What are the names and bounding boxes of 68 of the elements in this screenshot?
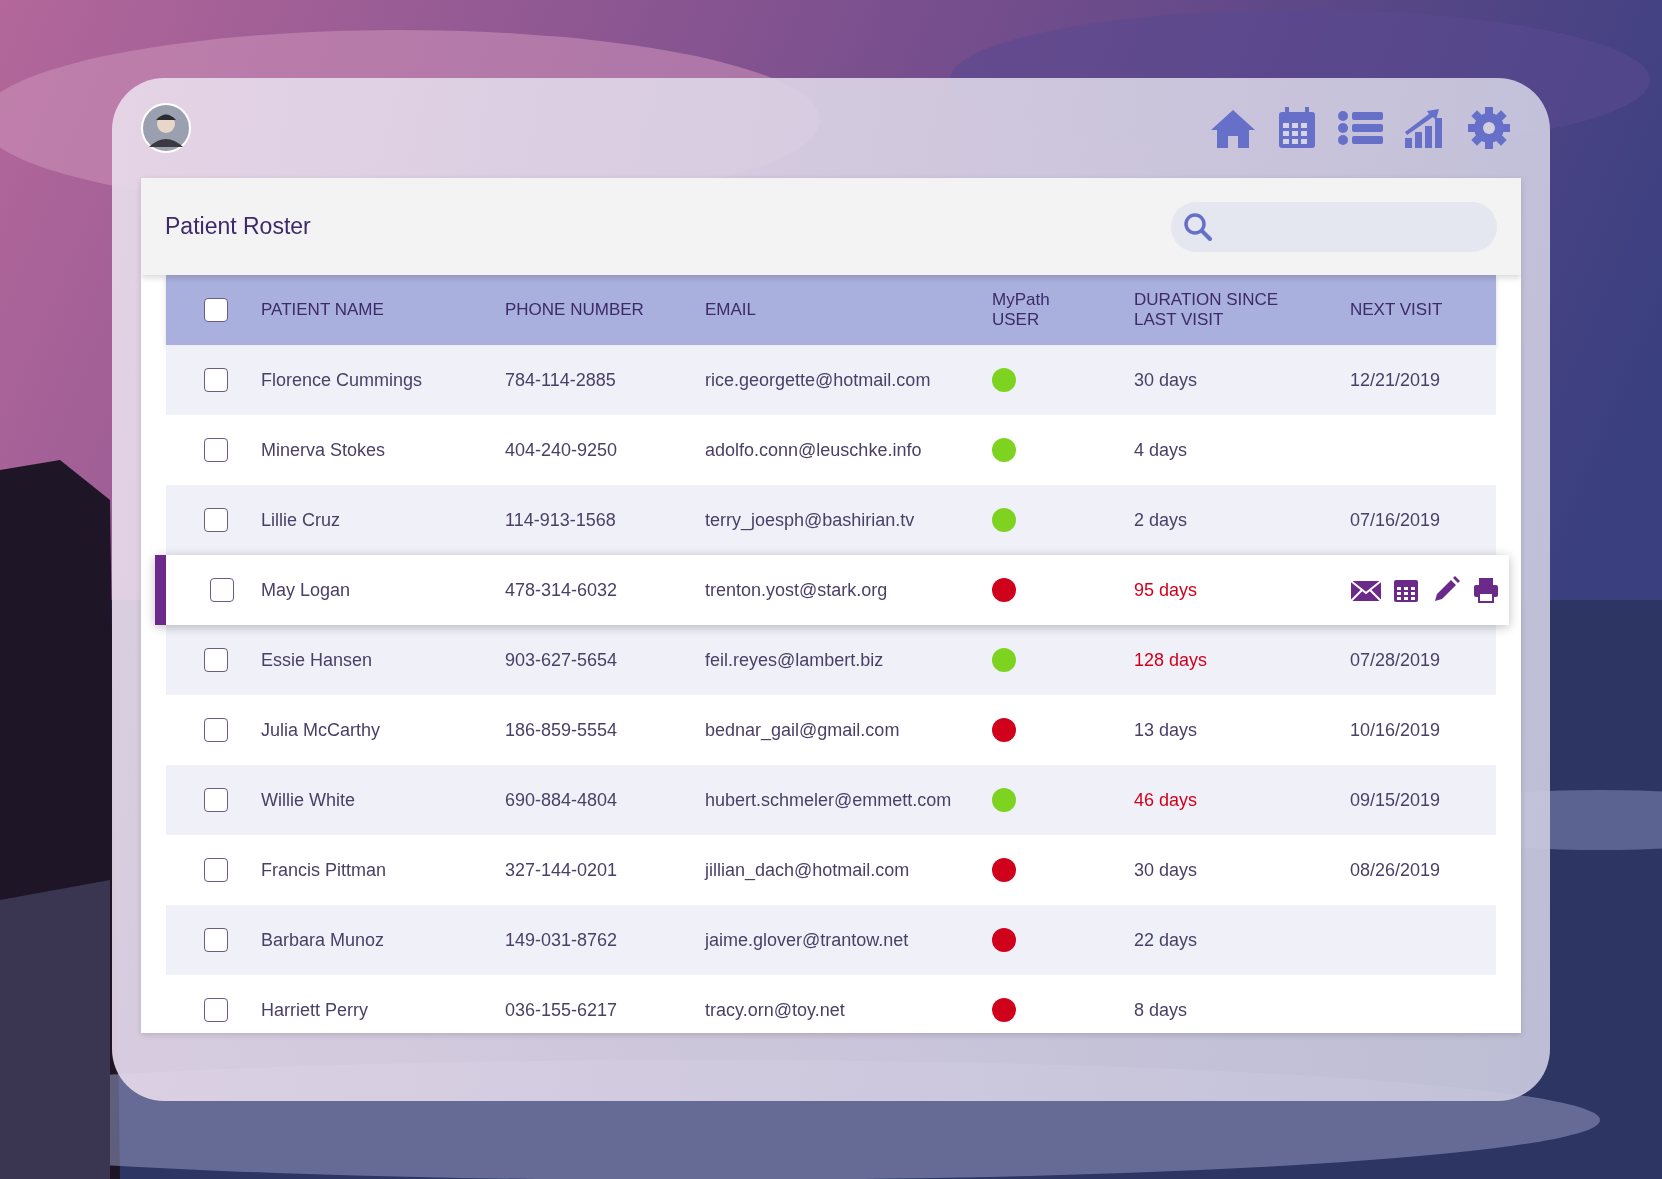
checkbox[interactable] (204, 298, 228, 322)
column-header: PATIENT NAME (261, 299, 385, 321)
search-icon (1183, 211, 1213, 242)
patient-name: Lillie Cruz (261, 508, 342, 532)
phone-number: 327-144-0201 (505, 858, 619, 882)
panel-title: Patient Roster (165, 212, 311, 241)
checkbox[interactable] (204, 438, 228, 462)
checkbox[interactable] (204, 648, 228, 672)
patient-name: Willie White (261, 788, 356, 812)
patient-name: Harriett Perry (261, 998, 369, 1022)
search-field[interactable] (1171, 201, 1497, 252)
next-visit-date: 07/16/2019 (1350, 509, 1441, 530)
patient-name: Essie Hansen (261, 648, 374, 672)
duration: 95 days (1134, 578, 1199, 602)
email: trenton.yost@stark.org (705, 578, 889, 602)
duration: 2 days (1134, 508, 1189, 532)
duration: 8 days (1134, 998, 1189, 1022)
duration: 22 days (1134, 928, 1199, 952)
duration: 46 days (1134, 788, 1199, 812)
phone-number: 690-884-4804 (505, 788, 619, 812)
checkbox[interactable] (204, 858, 228, 882)
phone-number: 903-627-5654 (505, 648, 619, 672)
phone-number: 478-314-6032 (505, 578, 619, 602)
checkbox[interactable] (204, 788, 228, 812)
duration: 13 days (1134, 718, 1199, 742)
phone-number: 404-240-9250 (505, 438, 619, 462)
next-visit-date: 08/26/2019 (1350, 859, 1441, 880)
phone-number: 149-031-8762 (505, 928, 619, 952)
email: feil.reyes@lambert.biz (705, 648, 885, 672)
email: rice.georgette@hotmail.com (705, 368, 932, 392)
column-header: EMAIL (705, 299, 758, 321)
next-visit-date: 07/28/2019 (1350, 649, 1441, 670)
email: terry_joesph@bashirian.tv (705, 508, 916, 533)
avatar[interactable] (141, 103, 191, 153)
checkbox[interactable] (204, 928, 228, 952)
duration: 30 days (1134, 858, 1199, 882)
checkbox[interactable] (209, 578, 234, 602)
duration: 128 days (1134, 648, 1209, 672)
duration: 30 days (1134, 368, 1199, 392)
patient-name: Julia McCarthy (261, 718, 382, 742)
checkbox[interactable] (204, 998, 228, 1022)
phone-number: 784-114-2885 (505, 368, 617, 392)
next-visit-date: 10/16/2019 (1350, 719, 1441, 740)
email: jaime.glover@trantow.net (705, 928, 910, 952)
email: hubert.schmeler@emmett.com (705, 788, 953, 812)
column-header: PHONE NUMBER (505, 299, 645, 321)
phone-number: 036-155-6217 (505, 998, 619, 1022)
duration: 4 days (1134, 438, 1189, 462)
email: adolfo.conn@leuschke.info (705, 438, 923, 462)
patient-name: Florence Cummings (261, 368, 424, 392)
patient-name: Francis Pittman (261, 858, 388, 882)
patient-name: Barbara Munoz (261, 928, 386, 952)
checkbox[interactable] (204, 368, 228, 392)
checkbox[interactable] (204, 718, 228, 742)
settings-icon[interactable] (1465, 106, 1513, 150)
column-header: MyPath USER (992, 289, 1051, 331)
column-header: NEXT VISIT (1350, 299, 1444, 321)
email: jillian_dach@hotmail.com (705, 858, 911, 883)
column-header: DURATION SINCE LAST VISIT (1134, 289, 1280, 331)
phone-number: 186-859-5554 (505, 718, 619, 742)
patient-name: May Logan (261, 578, 352, 602)
next-visit-date: 09/15/2019 (1350, 789, 1441, 810)
email: bednar_gail@gmail.com (705, 718, 901, 743)
next-visit-date: 12/21/2019 (1350, 369, 1441, 390)
email: tracy.orn@toy.net (705, 998, 846, 1022)
phone-number: 114-913-1568 (505, 508, 617, 532)
checkbox[interactable] (204, 508, 228, 532)
patient-name: Minerva Stokes (261, 438, 387, 462)
